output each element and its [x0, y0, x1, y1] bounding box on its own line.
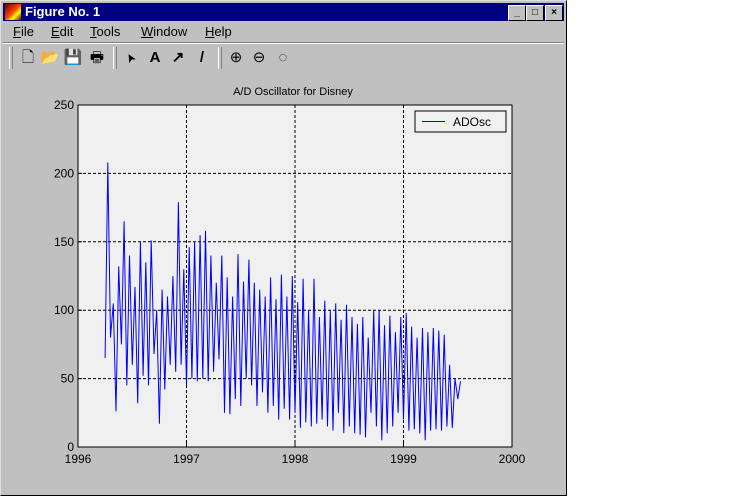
save-icon[interactable]: 💾	[63, 48, 83, 68]
menu-window[interactable]: Window	[141, 24, 187, 39]
toolbar: 🗋 📂 💾 🖶 ➤ A ↗ / ⊕ ⊖ ◌	[5, 45, 305, 71]
x-tick-label: 2000	[499, 452, 526, 466]
menu-separator	[3, 42, 564, 44]
y-tick-label: 100	[54, 303, 74, 317]
open-file-icon[interactable]: 📂	[40, 48, 60, 68]
x-tick-label: 1996	[65, 452, 92, 466]
menu-edit[interactable]: Edit	[51, 24, 73, 39]
matlab-logo-icon	[5, 4, 21, 20]
menu-file[interactable]: File	[13, 24, 34, 39]
toolbar-separator	[218, 47, 222, 69]
rotate-3d-icon[interactable]: ◌	[273, 48, 293, 68]
plot-area: A/D Oscillator for Disney 1996 1997 1998 19…	[54, 86, 526, 466]
menu-help[interactable]: Help	[205, 24, 232, 39]
window-title: Figure No. 1	[25, 4, 101, 19]
toolbar-separator	[113, 47, 117, 69]
x-tick-label: 1997	[173, 452, 200, 466]
chart-title: A/D Oscillator for Disney	[233, 86, 353, 98]
select-arrow-icon[interactable]: ➤	[117, 44, 144, 71]
insert-text-icon[interactable]: A	[145, 48, 165, 68]
legend-label: ADOsc	[453, 115, 491, 129]
print-icon[interactable]: 🖶	[87, 48, 107, 68]
new-figure-icon[interactable]: 🗋	[18, 48, 38, 68]
minimize-button[interactable]: _	[508, 5, 526, 21]
zoom-out-icon[interactable]: ⊖	[249, 48, 269, 68]
y-tick-label: 200	[54, 166, 74, 180]
close-button[interactable]: ×	[545, 5, 563, 21]
zoom-in-icon[interactable]: ⊕	[226, 48, 246, 68]
legend[interactable]: ADOsc	[414, 110, 507, 133]
x-tick-label: 1999	[390, 452, 417, 466]
insert-line-icon[interactable]: /	[192, 48, 212, 68]
toolbar-grip[interactable]	[9, 47, 13, 69]
maximize-button[interactable]: □	[526, 5, 544, 21]
y-tick-label: 0	[67, 440, 74, 454]
insert-arrow-icon[interactable]: ↗	[168, 48, 188, 68]
title-bar[interactable]: Figure No. 1 _ □ ×	[3, 3, 564, 21]
x-tick-label: 1998	[282, 452, 309, 466]
figure-window: Figure No. 1 _ □ × File Edit Tools Windo…	[0, 0, 567, 496]
menu-tools[interactable]: Tools	[90, 24, 120, 39]
y-tick-label: 150	[54, 235, 74, 249]
y-tick-label: 250	[54, 98, 74, 112]
y-tick-label: 50	[61, 372, 75, 386]
